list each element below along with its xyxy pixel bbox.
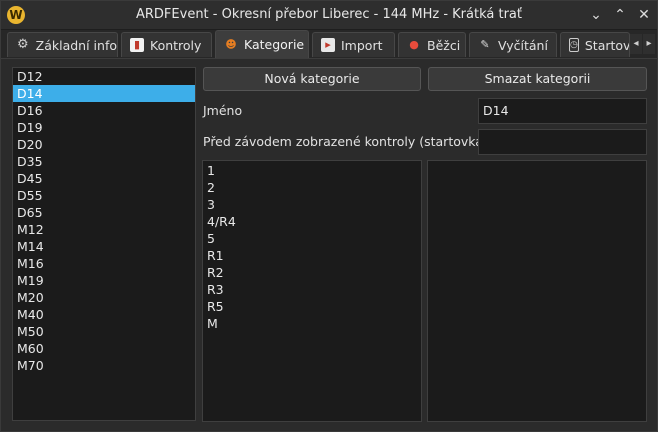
available-controls-list[interactable]	[427, 160, 647, 422]
runner-icon: ●	[409, 38, 419, 51]
title-bar[interactable]: W ARDFEvent - Okresní přebor Liberec - 1…	[1, 1, 657, 30]
category-list-item[interactable]: D55	[13, 187, 195, 204]
new-category-button[interactable]: Nová kategorie	[203, 67, 421, 91]
category-list-item[interactable]: M40	[13, 306, 195, 323]
category-list-item[interactable]: D19	[13, 119, 195, 136]
category-page: D12 D14 D16 D19 D20 D35 D45 D55 D65 M12 M14 M16 M19 M…	[1, 59, 657, 431]
tab-label: Import	[341, 37, 383, 53]
import-icon: ▸	[321, 38, 335, 52]
control-list-item[interactable]: R2	[203, 264, 421, 281]
window-title: ARDFEvent - Okresní přebor Liberec - 144…	[136, 7, 522, 22]
app-window: W ARDFEvent - Okresní přebor Liberec - 1…	[0, 0, 658, 432]
control-list-item[interactable]: R1	[203, 247, 421, 264]
tab-scroll-right-button[interactable]: ▸	[643, 34, 655, 54]
maximize-button[interactable]: ⌃	[610, 5, 630, 25]
people-icon: ☻	[225, 37, 237, 51]
tab-startovka[interactable]: ◷ Startov	[560, 32, 630, 57]
tab-label: Startov	[584, 37, 630, 53]
control-list-item[interactable]: 3	[203, 196, 421, 213]
control-list-item[interactable]: 2	[203, 179, 421, 196]
category-list-item[interactable]: D65	[13, 204, 195, 221]
category-list-item[interactable]: M70	[13, 357, 195, 374]
category-list-item[interactable]: D35	[13, 153, 195, 170]
gear-icon: ⚙	[17, 37, 29, 52]
tab-label: Běžci	[427, 37, 461, 53]
category-list-item[interactable]: D20	[13, 136, 195, 153]
delete-category-button[interactable]: Smazat kategorii	[428, 67, 647, 91]
category-list-item[interactable]: M12	[13, 221, 195, 238]
tab-import[interactable]: ▸ Import	[312, 32, 395, 57]
visible-controls-label: Před závodem zobrazené kontroly (startov…	[203, 134, 508, 149]
category-list-item[interactable]: M14	[13, 238, 195, 255]
control-list-item[interactable]: R5	[203, 298, 421, 315]
category-list-item[interactable]: M50	[13, 323, 195, 340]
name-field[interactable]: D14	[478, 98, 647, 124]
tab-label: Vyčítání	[498, 37, 548, 53]
tab-bezci[interactable]: ● Běžci	[398, 32, 466, 57]
category-controls-list[interactable]: 1 2 3 4/R4 5 R1 R2 R3 R5 M	[202, 160, 422, 422]
category-list[interactable]: D12 D14 D16 D19 D20 D35 D45 D55 D65 M12 M14 M16 M19 M…	[12, 67, 196, 421]
visible-controls-field[interactable]	[478, 129, 647, 155]
category-list-item[interactable]: D12	[13, 68, 195, 85]
category-list-item[interactable]: D16	[13, 102, 195, 119]
category-list-item[interactable]: M60	[13, 340, 195, 357]
tab-vycitani[interactable]: ✎ Vyčítání	[469, 32, 557, 57]
tab-kategorie[interactable]: ☻ Kategorie	[215, 30, 309, 58]
category-list-item[interactable]: M20	[13, 289, 195, 306]
control-list-item[interactable]: R3	[203, 281, 421, 298]
control-list-item[interactable]: 1	[203, 162, 421, 179]
reader-icon: ✎	[480, 38, 490, 51]
category-list-item[interactable]: D14	[13, 85, 195, 102]
tab-zakladni-info[interactable]: ⚙ Základní info	[7, 32, 118, 57]
control-list-item[interactable]: 5	[203, 230, 421, 247]
flag-icon: ▮	[130, 38, 144, 52]
tab-label: Základní info	[35, 37, 117, 53]
tab-kontroly[interactable]: ▮ Kontroly	[121, 32, 212, 57]
minimize-button[interactable]: ⌄	[586, 5, 606, 25]
control-list-item[interactable]: M	[203, 315, 421, 332]
tab-label: Kontroly	[150, 37, 202, 53]
name-label: Jméno	[203, 103, 243, 118]
close-button[interactable]: ✕	[634, 5, 654, 25]
tab-label: Kategorie	[244, 37, 305, 52]
category-list-item[interactable]: M19	[13, 272, 195, 289]
tab-scroll-left-button[interactable]: ◂	[630, 34, 642, 54]
control-list-item[interactable]: 4/R4	[203, 213, 421, 230]
clock-icon: ◷	[569, 38, 579, 52]
tab-bar: ⚙ Základní info ▮ Kontroly ☻ Kategorie ▸…	[1, 30, 657, 59]
category-list-item[interactable]: M16	[13, 255, 195, 272]
category-list-item[interactable]: D45	[13, 170, 195, 187]
